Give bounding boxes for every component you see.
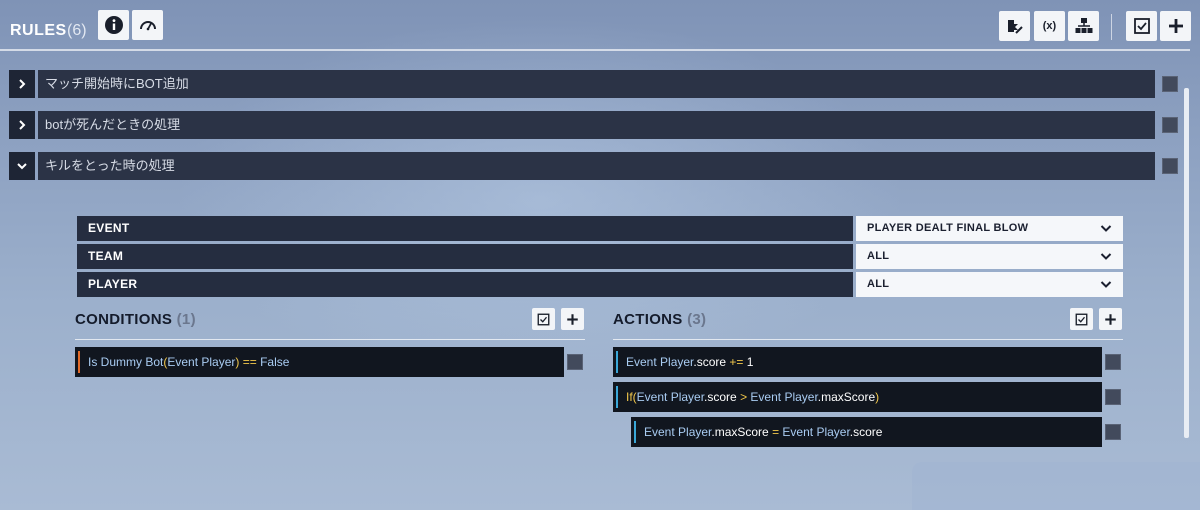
header-divider: [0, 49, 1190, 51]
action-token: =: [768, 425, 783, 439]
condition-accent-bar: [78, 351, 80, 373]
checkbox-icon: [1075, 313, 1088, 325]
condition-token: ==: [239, 355, 261, 369]
actions-divider: [613, 339, 1123, 340]
action-token: Event Player: [626, 355, 694, 369]
add-rule-sequence-icon: [1007, 20, 1023, 34]
action-token: .score: [693, 355, 727, 369]
actions-title: ACTIONS: [613, 311, 683, 328]
action-checkbox[interactable]: [1105, 389, 1121, 405]
checkbox-icon: [1133, 18, 1150, 34]
add-action-button[interactable]: [1099, 308, 1122, 330]
action-checkbox[interactable]: [1105, 424, 1121, 440]
rules-count: (6): [67, 22, 87, 39]
conditions-heading: CONDITIONS (1): [75, 311, 196, 328]
subroutines-button[interactable]: [1068, 11, 1099, 41]
rule-checkbox[interactable]: [1162, 76, 1178, 92]
condition-token: Event Player: [167, 355, 236, 369]
chevron-down-icon: [1100, 281, 1112, 288]
team-value: ALL: [867, 250, 890, 262]
chevron-down-icon: [1100, 225, 1112, 232]
action-token: Event Player: [750, 390, 818, 404]
action-token: Event Player: [644, 425, 712, 439]
conditions-divider: [75, 339, 585, 340]
condition-token: False: [260, 355, 290, 369]
actions-heading: ACTIONS (3): [613, 311, 706, 328]
rule-name-bar[interactable]: マッチ開始時にBOT追加: [38, 70, 1155, 98]
variables-button[interactable]: (x): [1034, 11, 1065, 41]
player-dropdown[interactable]: ALL: [856, 272, 1123, 297]
rule-collapse-toggle[interactable]: [9, 152, 35, 180]
event-label: EVENT: [77, 216, 853, 241]
add-condition-button[interactable]: [561, 308, 584, 330]
subroutines-icon: [1075, 18, 1092, 33]
action-accent-bar: [634, 421, 636, 443]
rule-checkbox[interactable]: [1162, 158, 1178, 174]
action-checkbox[interactable]: [1105, 354, 1121, 370]
speedometer-icon: [139, 21, 156, 31]
event-dropdown[interactable]: PLAYER DEALT FINAL BLOW: [856, 216, 1123, 241]
team-dropdown[interactable]: ALL: [856, 244, 1123, 269]
action-row[interactable]: If(Event Player.score > Event Player.max…: [613, 382, 1102, 412]
rule-name-bar[interactable]: キルをとった時の処理: [38, 152, 1155, 180]
action-token: .maxScore: [711, 425, 769, 439]
player-label: PLAYER: [77, 272, 853, 297]
rule-checkbox[interactable]: [1162, 117, 1178, 133]
chevron-right-icon: [19, 120, 26, 130]
performance-button[interactable]: [132, 10, 163, 40]
plus-icon: [1105, 313, 1116, 325]
header-separator: [1111, 14, 1112, 40]
action-token: Event Player: [636, 390, 705, 404]
condition-checkbox[interactable]: [567, 354, 583, 370]
add-rule-button[interactable]: [1160, 11, 1191, 41]
action-token: ): [875, 390, 880, 404]
plus-icon: [567, 313, 578, 325]
actions-select-all-button[interactable]: [1070, 308, 1093, 330]
condition-row[interactable]: Is Dummy Bot(Event Player) == False: [75, 347, 564, 377]
action-token: +=: [726, 355, 747, 369]
background-panel: [912, 462, 1200, 510]
chevron-right-icon: [19, 79, 26, 89]
action-row[interactable]: Event Player.score += 1: [613, 347, 1102, 377]
action-accent-bar: [616, 386, 618, 408]
info-button[interactable]: [98, 10, 129, 40]
sequence-button[interactable]: [999, 11, 1030, 41]
variables-icon: (x): [1042, 20, 1057, 32]
action-token: .score: [704, 390, 737, 404]
scrollbar[interactable]: [1184, 88, 1189, 438]
plus-icon: [1168, 19, 1183, 33]
conditions-count: (1): [176, 311, 196, 328]
action-accent-bar: [616, 351, 618, 373]
action-row[interactable]: Event Player.maxScore = Event Player.sco…: [631, 417, 1102, 447]
chevron-down-icon: [17, 163, 27, 170]
rule-expand-toggle[interactable]: [9, 111, 35, 139]
action-token: .score: [849, 425, 883, 439]
team-label: TEAM: [77, 244, 853, 269]
actions-count: (3): [687, 311, 707, 328]
conditions-select-all-button[interactable]: [532, 308, 555, 330]
rule-name-bar[interactable]: botが死んだときの処理: [38, 111, 1155, 139]
action-token: .maxScore: [817, 390, 876, 404]
info-icon: [104, 16, 123, 34]
action-token: If: [626, 390, 633, 404]
page-title: RULES: [10, 22, 67, 39]
rule-expand-toggle[interactable]: [9, 70, 35, 98]
action-token: Event Player: [782, 425, 850, 439]
condition-token: Is Dummy Bot: [88, 355, 164, 369]
checkbox-icon: [537, 313, 550, 325]
action-token: >: [736, 390, 751, 404]
select-all-button[interactable]: [1126, 11, 1157, 41]
conditions-title: CONDITIONS: [75, 311, 173, 328]
player-value: ALL: [867, 278, 890, 290]
action-token: 1: [746, 355, 754, 369]
event-value: PLAYER DEALT FINAL BLOW: [867, 222, 1029, 234]
chevron-down-icon: [1100, 253, 1112, 260]
